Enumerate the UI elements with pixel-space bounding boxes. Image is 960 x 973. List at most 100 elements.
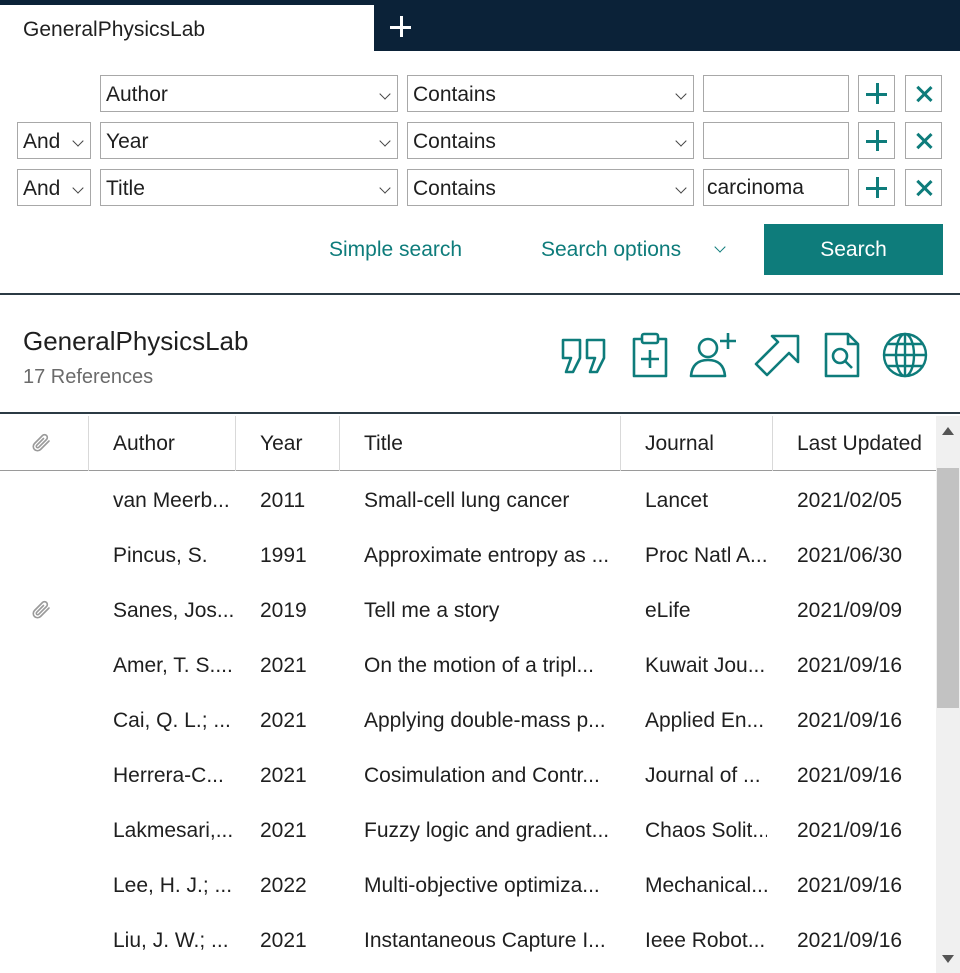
chevron-down-icon[interactable] (714, 241, 726, 253)
cell-author: Liu, J. W.; ... (113, 929, 229, 952)
cell-year: 2019 (260, 599, 307, 622)
library-title: GeneralPhysicsLab (23, 326, 249, 356)
add-row-button[interactable] (858, 75, 895, 112)
cell-journal: Kuwait Jou... (645, 654, 766, 677)
select-value: And (23, 177, 61, 200)
cell-year: 2021 (260, 654, 307, 677)
cell-updated: 2021/09/16 (797, 874, 903, 897)
cell-title: On the motion of a tripl... (364, 654, 594, 677)
chevron-down-icon (675, 182, 687, 194)
cell-updated: 2021/06/30 (797, 544, 903, 567)
cell-year: 2021 (260, 709, 307, 732)
remove-row-button[interactable] (905, 75, 942, 112)
cell-author: van Meerb... (113, 489, 230, 512)
cell-journal: Mechanical... (645, 874, 767, 897)
search-operator-select-2[interactable]: Contains (407, 122, 694, 159)
cell-author: Sanes, Jos... (113, 599, 233, 622)
add-row-button[interactable] (858, 122, 895, 159)
cell-journal: Applied En... (645, 709, 765, 732)
scroll-up-arrow-icon[interactable] (942, 427, 954, 435)
quote-icon[interactable] (559, 330, 609, 380)
cell-updated: 2021/09/16 (797, 709, 903, 732)
search-value-input-2[interactable] (703, 122, 849, 159)
simple-search-link[interactable]: Simple search (329, 238, 462, 262)
scroll-down-arrow-icon[interactable] (942, 955, 954, 963)
search-button[interactable]: Search (764, 224, 943, 275)
remove-row-button[interactable] (905, 169, 942, 206)
add-row-button[interactable] (858, 169, 895, 206)
cell-year: 2011 (260, 489, 306, 512)
cell-title: Multi-objective optimiza... (364, 874, 600, 897)
search-options-link[interactable]: Search options (541, 238, 681, 262)
cell-journal: Lancet (645, 489, 709, 512)
cell-year: 2021 (260, 764, 307, 787)
search-connector-select-2[interactable]: And (17, 122, 91, 159)
remove-row-button[interactable] (905, 122, 942, 159)
cell-journal: Journal of ... (645, 764, 761, 787)
column-header-author[interactable]: Author (88, 416, 235, 471)
search-field-select-1[interactable]: Author (100, 75, 398, 112)
cell-updated: 2021/09/09 (797, 599, 903, 622)
cell-title: Applying double-mass p... (364, 709, 606, 732)
search-value-input-3[interactable]: carcinoma (703, 169, 849, 206)
divider (0, 412, 960, 414)
column-header-journal[interactable]: Journal (620, 416, 772, 471)
chevron-down-icon (379, 135, 391, 147)
cell-title: Cosimulation and Contr... (364, 764, 600, 787)
cell-author: Cai, Q. L.; ... (113, 709, 231, 732)
cell-journal: Chaos Solit... (645, 819, 767, 842)
table-row[interactable]: Lakmesari,... 2021 Fuzzy logic and gradien… (0, 803, 936, 858)
table-row[interactable]: Sanes, Jos... 2019 Tell me a story eLife 202… (0, 583, 936, 638)
cell-year: 1991 (260, 544, 307, 567)
table-row[interactable]: Cai, Q. L.; ... 2021 Applying double-mass … (0, 693, 936, 748)
search-connector-select-3[interactable]: And (17, 169, 91, 206)
column-header-title[interactable]: Title (339, 416, 620, 471)
cell-journal: eLife (645, 599, 691, 622)
tab-label: GeneralPhysicsLab (23, 18, 206, 41)
add-user-icon[interactable] (688, 330, 738, 380)
chevron-down-icon (72, 182, 84, 194)
column-header-last-updated[interactable]: Last Updated (772, 416, 936, 471)
search-value-input-1[interactable] (703, 75, 849, 112)
paperclip-icon[interactable] (30, 432, 52, 454)
cell-author: Lee, H. J.; ... (113, 874, 233, 897)
clipboard-add-icon[interactable] (625, 330, 675, 380)
search-field-select-2[interactable]: Year (100, 122, 398, 159)
cell-author: Herrera-C... (113, 764, 224, 787)
column-header-year[interactable]: Year (235, 416, 339, 471)
share-arrow-icon[interactable] (752, 330, 802, 380)
table-row[interactable]: Herrera-C... 2021 Cosimulation and Contr..… (0, 748, 936, 803)
select-value: And (23, 130, 61, 153)
reference-count: 17 References (23, 366, 154, 388)
search-field-select-3[interactable]: Title (100, 169, 398, 206)
globe-icon[interactable] (880, 330, 930, 380)
table-row[interactable]: Amer, T. S.... 2021 On the motion of a tri… (0, 638, 936, 693)
table-row[interactable]: van Meerb... 2011 Small-cell lung cancer La… (0, 473, 936, 528)
cell-updated: 2021/02/05 (797, 489, 903, 512)
table-header: Author Year Title Journal Last Updated (0, 416, 936, 471)
cell-title: Tell me a story (364, 599, 500, 622)
select-value: Contains (413, 130, 496, 153)
select-value: Contains (413, 177, 496, 200)
search-operator-select-3[interactable]: Contains (407, 169, 694, 206)
select-value: Author (106, 83, 168, 106)
chevron-down-icon (675, 88, 687, 100)
table-row[interactable]: Liu, J. W.; ... 2021 Instantaneous Capture… (0, 913, 936, 968)
chevron-down-icon (379, 88, 391, 100)
scrollbar-thumb[interactable] (937, 468, 959, 708)
cell-year: 2021 (260, 929, 307, 952)
search-operator-select-1[interactable]: Contains (407, 75, 694, 112)
cell-year: 2021 (260, 819, 307, 842)
table-row[interactable]: Lee, H. J.; ... 2022 Multi-objective optim… (0, 858, 936, 913)
cell-author: Amer, T. S.... (113, 654, 233, 677)
cell-updated: 2021/09/16 (797, 764, 903, 787)
tab-library[interactable]: GeneralPhysicsLab (0, 5, 374, 51)
find-document-icon[interactable] (817, 330, 867, 380)
divider (0, 293, 960, 295)
cell-title: Approximate entropy as ... (364, 544, 610, 567)
table-row[interactable]: Pincus, S. 1991 Approximate entropy as ...… (0, 528, 936, 583)
cell-author: Lakmesari,... (113, 819, 233, 842)
plus-icon[interactable] (388, 14, 414, 40)
select-value: Title (106, 177, 145, 200)
cell-title: Instantaneous Capture I... (364, 929, 606, 952)
